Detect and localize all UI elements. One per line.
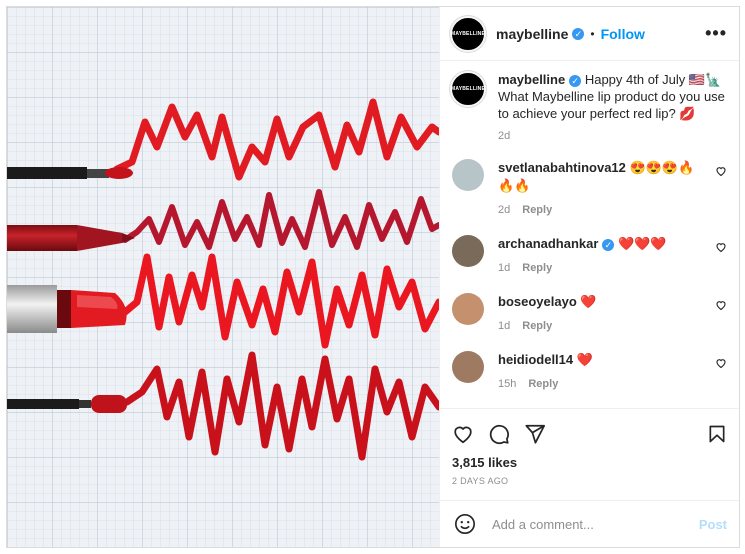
comment-meta: 15h Reply: [498, 375, 707, 393]
lipstick-swatch-image: [7, 7, 439, 547]
like-comment-heart-icon[interactable]: [715, 165, 727, 177]
post-image[interactable]: [7, 7, 439, 547]
commenter-avatar[interactable]: [452, 159, 484, 191]
comment-body: boseoyelayo ❤️ 1d Reply: [498, 293, 707, 335]
caption-body: maybelline ✓ Happy 4th of July 🇺🇸🗽 What M…: [498, 71, 727, 145]
commenter-avatar[interactable]: [452, 293, 484, 325]
reply-button[interactable]: Reply: [522, 320, 552, 332]
comment-time: 1d: [498, 262, 511, 274]
bookmark-icon[interactable]: [707, 423, 727, 445]
emoji-icon[interactable]: [454, 513, 476, 535]
commenter-avatar[interactable]: [452, 235, 484, 267]
post-header: MAYBELLINE maybelline ✓ • Follow •••: [440, 7, 739, 61]
comment-username[interactable]: boseoyelayo: [498, 294, 577, 309]
comment-body: archanadhankar ✓ ❤️❤️❤️ 1d Reply: [498, 235, 707, 277]
comment-meta: 1d Reply: [498, 317, 707, 335]
add-comment-bar: Post: [440, 500, 739, 547]
comment-time: 2d: [498, 204, 511, 216]
likes-count[interactable]: 3,815 likes: [452, 455, 727, 470]
comment-body: heidiodell14 ❤️ 15h Reply: [498, 351, 707, 393]
caption-username[interactable]: maybelline: [498, 72, 565, 87]
commenter-avatar[interactable]: [452, 351, 484, 383]
post-actions: 3,815 likes 2 DAYS AGO: [440, 408, 739, 500]
comment-time: 15h: [498, 378, 517, 390]
comments-section: MAYBELLINE maybelline ✓ Happy 4th of July…: [440, 61, 739, 408]
comment-item: boseoyelayo ❤️ 1d Reply: [450, 293, 727, 335]
comment-text: ❤️: [576, 352, 593, 367]
comment-username[interactable]: heidiodell14: [498, 352, 573, 367]
reply-button[interactable]: Reply: [528, 378, 558, 390]
post-date: 2 DAYS AGO: [452, 476, 509, 486]
like-comment-heart-icon[interactable]: [715, 299, 727, 311]
comment-username[interactable]: svetlanabahtinova12: [498, 160, 626, 175]
caption-time: 2d: [498, 130, 511, 142]
avatar-logo-text: MAYBELLINE: [450, 86, 486, 92]
share-icon[interactable]: [524, 423, 546, 445]
comment-meta: 1d Reply: [498, 259, 707, 277]
separator-dot: •: [590, 26, 595, 41]
verified-icon: ✓: [602, 238, 615, 251]
comment-item: heidiodell14 ❤️ 15h Reply: [450, 351, 727, 393]
like-comment-heart-icon[interactable]: [715, 357, 727, 369]
verified-icon: ✓: [572, 27, 585, 40]
comment-item: svetlanabahtinova12 😍😍😍🔥🔥🔥 2d Reply: [450, 159, 727, 219]
post-modal: MAYBELLINE maybelline ✓ • Follow ••• MAY…: [6, 6, 740, 548]
comment-meta: 2d Reply: [498, 201, 707, 219]
comment-text: ❤️❤️❤️: [618, 236, 667, 251]
action-icons: [452, 417, 727, 451]
follow-button[interactable]: Follow: [601, 26, 645, 42]
post-comment-button[interactable]: Post: [699, 517, 727, 532]
more-options-icon[interactable]: •••: [705, 23, 727, 44]
verified-icon: ✓: [569, 74, 582, 87]
comment-input[interactable]: [490, 515, 699, 533]
comment-time: 1d: [498, 320, 511, 332]
author-avatar[interactable]: MAYBELLINE: [450, 15, 486, 52]
reply-button[interactable]: Reply: [522, 204, 552, 216]
like-comment-heart-icon[interactable]: [715, 241, 727, 253]
like-heart-icon[interactable]: [452, 423, 474, 445]
avatar-logo-text: MAYBELLINE: [450, 30, 486, 37]
caption: MAYBELLINE maybelline ✓ Happy 4th of July…: [450, 71, 727, 145]
post-sidebar: MAYBELLINE maybelline ✓ • Follow ••• MAY…: [439, 7, 739, 547]
comment-item: archanadhankar ✓ ❤️❤️❤️ 1d Reply: [450, 235, 727, 277]
comment-icon[interactable]: [488, 423, 510, 445]
comment-body: svetlanabahtinova12 😍😍😍🔥🔥🔥 2d Reply: [498, 159, 707, 219]
caption-avatar[interactable]: MAYBELLINE: [450, 71, 486, 107]
comment-text: ❤️: [580, 294, 597, 309]
reply-button[interactable]: Reply: [522, 262, 552, 274]
comment-username[interactable]: archanadhankar: [498, 236, 598, 251]
author-username[interactable]: maybelline: [496, 26, 568, 42]
